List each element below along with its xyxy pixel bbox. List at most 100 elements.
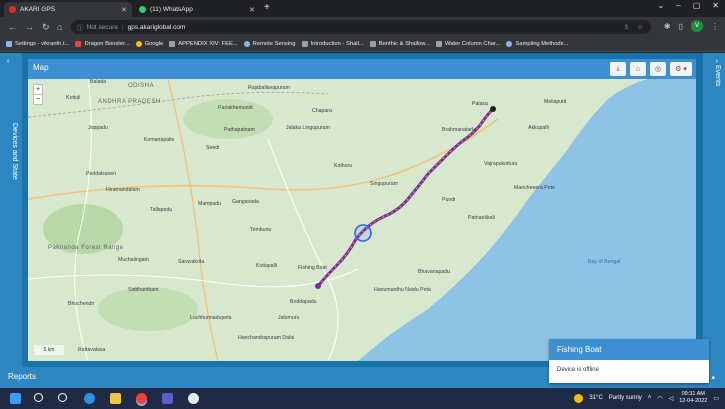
minor-road	[28, 268, 359, 288]
place-label: Patnaekkali	[468, 215, 495, 221]
bookmark-item[interactable]: Google	[135, 41, 163, 47]
back-icon[interactable]: ←	[8, 21, 17, 33]
weather-desc[interactable]: Partly sunny	[609, 395, 642, 401]
sidepanel-icon[interactable]: ▯	[679, 22, 683, 31]
bookmark-star-icon[interactable]: ☆	[637, 23, 643, 31]
chrome-icon[interactable]	[136, 393, 147, 404]
place-label: Kothuru	[334, 163, 353, 169]
zoom-out-button[interactable]: −	[34, 94, 42, 104]
search-icon[interactable]	[34, 393, 43, 402]
close-tab-icon[interactable]: ✕	[249, 6, 255, 14]
place-label: Palasa	[472, 101, 488, 107]
bookmark-item[interactable]: Water Column Char...	[435, 41, 500, 47]
reload-icon[interactable]: ↻	[42, 21, 50, 33]
bookmark-item[interactable]: Introduction - Shall...	[301, 41, 364, 47]
chevron-up-tray-icon[interactable]: ˄	[648, 395, 652, 401]
events-panel[interactable]: › Events	[703, 53, 725, 367]
chevron-up-icon[interactable]: ▴	[711, 373, 715, 381]
place-label: Tallapadu	[150, 207, 173, 213]
devices-panel[interactable]: ‹ Devices and State	[0, 53, 22, 367]
place-label: Pundi	[442, 197, 456, 203]
gps-track-points	[317, 108, 494, 287]
clock[interactable]: 09:31 AM 12-04-2022	[679, 391, 707, 405]
bookmark-item[interactable]: Dragon Booster...	[75, 41, 130, 47]
system-tray: 31°C Partly sunny ˄ ◠ ◁ 09:31 AM 12-04-2…	[574, 391, 719, 405]
place-label: Seedi	[206, 145, 220, 151]
forward-icon[interactable]: →	[25, 21, 34, 33]
bookmark-item[interactable]: APPENDIX XIV: FEE...	[169, 41, 238, 47]
place-label: Pathapatnam	[224, 127, 255, 133]
document-icon	[169, 41, 176, 47]
info-icon[interactable]: ⓘ	[77, 22, 84, 32]
sea-area	[358, 79, 696, 361]
devices-panel-label: Devices and State	[11, 123, 18, 180]
gps-track[interactable]	[316, 107, 495, 288]
address-bar[interactable]: ⓘ Not secure | gps.akariglobal.com ⇪ ☆	[71, 20, 651, 34]
windows-start-icon[interactable]	[10, 393, 21, 404]
place-label: Boddapadu	[290, 299, 317, 305]
tab-whatsapp[interactable]: (11) WhatsApp ✕	[134, 2, 260, 17]
bookmark-item[interactable]: Settings - vikranth.t...	[6, 41, 69, 47]
weather-icon[interactable]	[574, 393, 584, 403]
close-window-icon[interactable]: ✕	[712, 1, 719, 10]
document-icon	[369, 41, 376, 47]
clock-date: 12-04-2022	[679, 398, 708, 404]
track-end-marker[interactable]	[490, 106, 496, 112]
map-scale: 5 km	[34, 345, 64, 355]
map-canvas[interactable]: + − ODISHA ANDHRA PRADESH Paknanda Fores…	[28, 79, 696, 361]
map-title: Map	[33, 63, 49, 72]
place-label: Lochhunnadupeta	[190, 315, 232, 321]
place-label: Joppadu	[88, 125, 108, 131]
minimize-icon[interactable]: –	[676, 1, 680, 10]
profile-avatar[interactable]: V	[691, 20, 703, 32]
home-icon[interactable]: ⌂	[57, 21, 62, 33]
cortana-icon[interactable]	[58, 393, 67, 402]
menu-icon[interactable]: ⋮	[711, 22, 719, 31]
sea-label: Bay of Bengal	[588, 259, 621, 265]
map-header: Map ⤓ ⌂ ◎ ⚙ ▾	[28, 59, 696, 79]
tab-akari-gps[interactable]: AKARI GPS ✕	[4, 2, 132, 17]
bookmark-item[interactable]: Remote Sensing	[243, 41, 296, 47]
share-icon[interactable]: ⇪	[624, 23, 629, 31]
place-label: Rajaballavapuram	[248, 85, 290, 91]
place-label: Mancheeera Pete	[514, 185, 555, 191]
place-label: Gangavada	[232, 199, 259, 205]
edge-icon[interactable]	[84, 393, 95, 404]
download-icon[interactable]: ⤓	[610, 62, 626, 76]
locate-icon[interactable]: ◎	[650, 62, 666, 76]
youtube-icon	[75, 41, 82, 47]
new-tab-button[interactable]: +	[264, 2, 270, 14]
device-marker-ring[interactable]	[354, 224, 372, 242]
maximize-icon[interactable]: ▢	[693, 1, 701, 10]
zoom-in-button[interactable]: +	[34, 85, 42, 94]
volume-icon[interactable]: ◁	[669, 395, 674, 402]
place-label: Bhuchendri	[68, 301, 95, 307]
place-label: Saravakota	[178, 259, 205, 265]
extensions-icon[interactable]: ✱	[664, 22, 671, 31]
place-label: Siddhantham	[128, 287, 159, 293]
map-toolbar: ⤓ ⌂ ◎ ⚙ ▾	[610, 62, 692, 76]
close-tab-icon[interactable]: ✕	[121, 6, 127, 14]
bookmark-item[interactable]: Sampling Methods...	[506, 41, 568, 47]
chevron-left-icon[interactable]: ‹	[7, 58, 9, 65]
app-icon[interactable]	[188, 393, 199, 404]
place-label: Rattavalasa	[78, 347, 106, 353]
notification-icon[interactable]: ▭	[713, 395, 719, 402]
home-map-icon[interactable]: ⌂	[630, 62, 646, 76]
file-explorer-icon[interactable]	[110, 393, 121, 404]
chevron-right-icon[interactable]: ›	[716, 58, 718, 65]
map-graphics	[28, 79, 696, 361]
wifi-icon[interactable]: ◠	[657, 395, 662, 402]
teams-icon[interactable]	[162, 393, 173, 404]
bookmark-item[interactable]: Benthic & Shallow...	[369, 41, 430, 47]
place-label: Meliaputti	[544, 99, 567, 105]
device-popup[interactable]: Fishing Boat Device is offline	[549, 339, 709, 383]
popup-title: Fishing Boat	[549, 339, 709, 360]
globe-icon	[243, 41, 250, 47]
place-label: Kotiapalli	[256, 263, 278, 269]
map-settings-icon[interactable]: ⚙ ▾	[670, 62, 692, 76]
place-label: Hiramandalam	[106, 187, 140, 193]
tab-search-icon[interactable]: ⌄	[658, 1, 665, 10]
weather-temp[interactable]: 31°C	[589, 395, 602, 401]
track-start-marker[interactable]	[315, 283, 321, 289]
